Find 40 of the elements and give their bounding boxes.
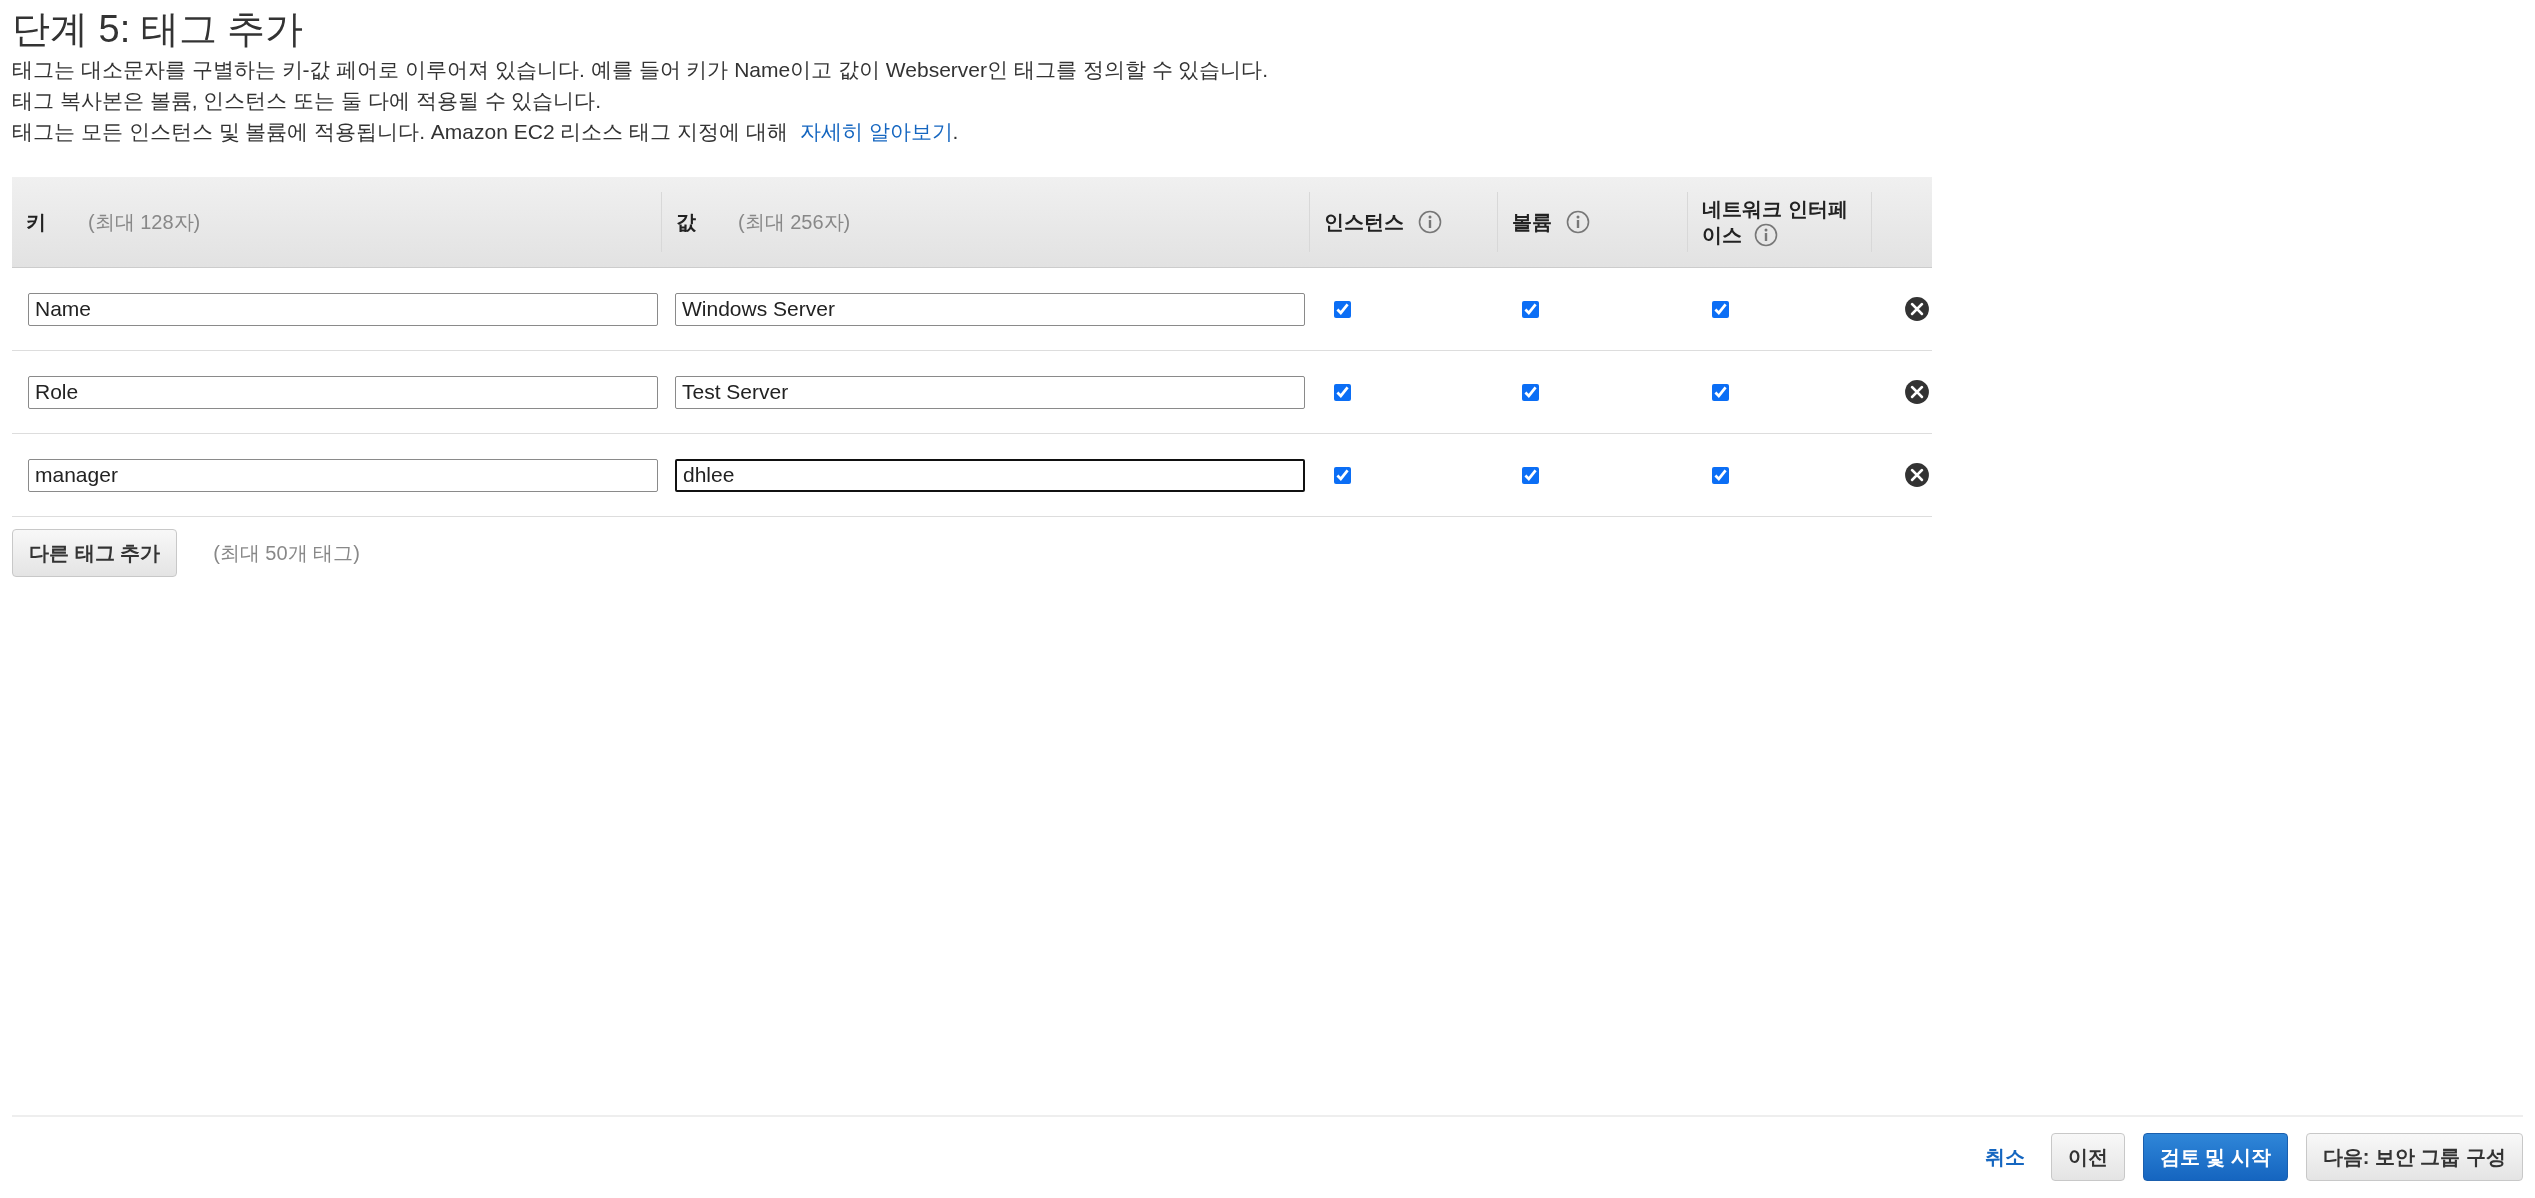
checkbox[interactable] bbox=[1712, 383, 1729, 401]
key-input[interactable]: Role bbox=[28, 375, 658, 409]
value-input[interactable]: dhlee bbox=[675, 458, 1305, 492]
key-input[interactable]: manager bbox=[28, 458, 658, 492]
checkbox[interactable] bbox=[1334, 300, 1351, 318]
description-text: 태그 복사본은 볼륨, 인스턴스 또는 둘 다에 적용될 수 있습니다. bbox=[12, 88, 603, 114]
checkbox[interactable] bbox=[1334, 466, 1351, 484]
checkbox[interactable] bbox=[1522, 300, 1539, 318]
cancel-link[interactable]: 취소 bbox=[1984, 1143, 2025, 1171]
column-hint: (최대 128자) bbox=[88, 209, 201, 235]
remove-icon[interactable] bbox=[1904, 462, 1930, 488]
column-hint: (최대 256자) bbox=[738, 209, 851, 235]
primary-button[interactable]: 검토 및 시작 bbox=[2142, 1133, 2288, 1181]
page-title: 단계 5: 태그 추가 bbox=[12, 7, 305, 52]
description-text: 태그는 대소문자를 구별하는 키-값 페어로 이루어져 있습니다. 예를 들어 키가 Name이고 값이 Webserver인 태그를 정의할 수 있습니다. bbox=[12, 57, 1270, 83]
value-input[interactable]: Test Server bbox=[675, 375, 1305, 409]
column-header: 이스 bbox=[1702, 223, 1742, 248]
value-input[interactable]: Windows Server bbox=[675, 292, 1305, 326]
column-header: 네트워크 인터페 bbox=[1702, 197, 1848, 222]
checkbox[interactable] bbox=[1522, 466, 1539, 484]
column-header: 인스턴스 bbox=[1324, 209, 1404, 235]
checkbox[interactable] bbox=[1712, 466, 1729, 484]
info-icon[interactable] bbox=[1418, 210, 1442, 234]
remove-icon[interactable] bbox=[1904, 296, 1930, 322]
learn-more-link[interactable]: 자세히 알아보기 bbox=[799, 120, 953, 143]
checkbox[interactable] bbox=[1712, 300, 1729, 318]
button[interactable]: 이전 bbox=[2050, 1133, 2125, 1181]
remove-icon[interactable] bbox=[1904, 379, 1930, 405]
checkbox[interactable] bbox=[1334, 383, 1351, 401]
key-input[interactable]: Name bbox=[28, 292, 658, 326]
info-icon[interactable] bbox=[1566, 210, 1590, 234]
info-icon[interactable] bbox=[1754, 223, 1778, 247]
button[interactable]: 다음: 보안 그룹 구성 bbox=[2305, 1133, 2523, 1181]
column-header: 키 bbox=[26, 209, 46, 235]
add-tag-button[interactable]: 다른 태그 추가 bbox=[12, 529, 178, 577]
description-text: 태그는 모든 인스턴스 및 볼륨에 적용됩니다. Amazon EC2 리소스 태그 지정에 대해 자세히 알아보기. bbox=[12, 119, 960, 145]
column-header: 값 bbox=[676, 209, 696, 235]
column-header: 볼륨 bbox=[1512, 209, 1552, 235]
checkbox[interactable] bbox=[1522, 383, 1539, 401]
tag-limit-note: (최대 50개 태그) bbox=[213, 540, 360, 566]
